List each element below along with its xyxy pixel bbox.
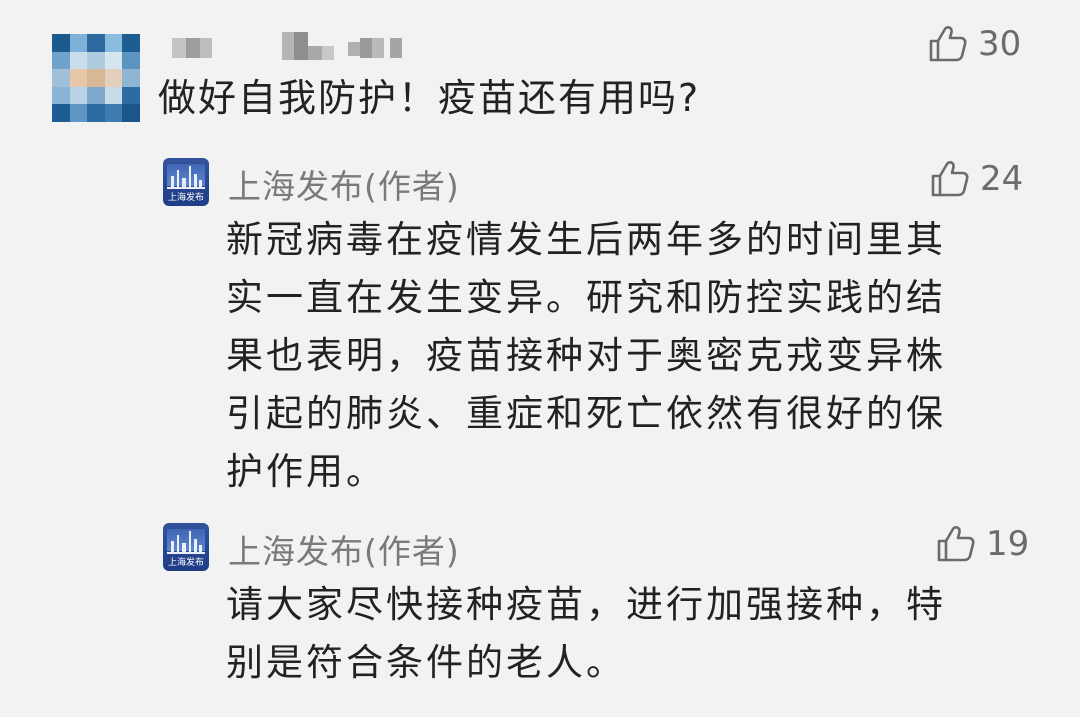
author-avatar[interactable]: 上海发布 (163, 158, 209, 206)
author-avatar[interactable]: 上海发布 (163, 523, 209, 571)
reply-like-count: 24 (980, 159, 1024, 199)
thumbs-up-icon (928, 25, 968, 63)
thumbs-up-icon (936, 525, 976, 563)
commenter-avatar[interactable] (52, 34, 140, 122)
reply-like-button[interactable]: 24 (930, 160, 1023, 198)
reply-text: 请大家尽快接种疫苗，进行加强接种，特 别是符合条件的老人。 (226, 583, 946, 684)
commenter-name-redacted (172, 32, 402, 62)
comment-text: 做好自我防护！疫苗还有用吗? (158, 76, 701, 120)
avatar-logo-text: 上海发布 (167, 558, 204, 568)
reply-author-name[interactable]: 上海发布(作者) (228, 525, 460, 573)
avatar-logo-text: 上海发布 (167, 193, 204, 203)
comment-like-count: 30 (978, 24, 1022, 64)
comment-thread: 30 做好自我防护！疫苗还有用吗? 上海发布 上海发布(作者) 24 新冠病毒在… (0, 0, 1080, 717)
reply-author-name[interactable]: 上海发布(作者) (228, 160, 460, 208)
reply-like-count: 19 (986, 524, 1030, 564)
reply-text: 新冠病毒在疫情发生后两年多的时间里其 实一直在发生变异。研究和防控实践的结 果也… (226, 218, 946, 493)
comment-like-button[interactable]: 30 (928, 25, 1021, 63)
thumbs-up-icon (930, 160, 970, 198)
reply-like-button[interactable]: 19 (936, 525, 1029, 563)
